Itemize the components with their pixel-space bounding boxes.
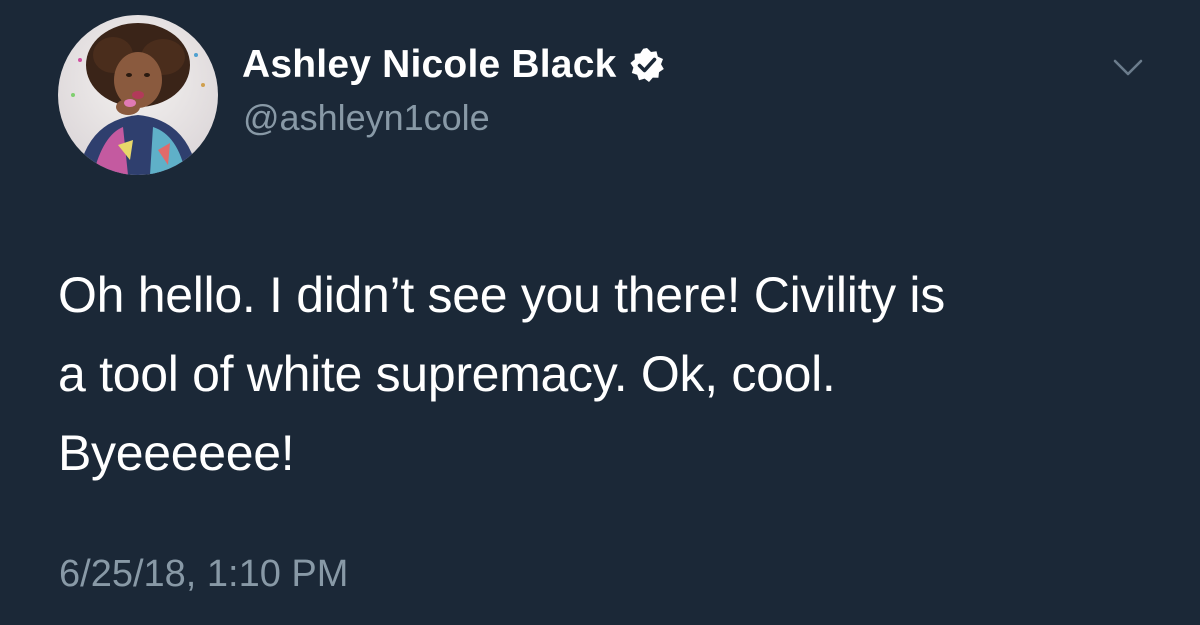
tweet-text: Oh hello. I didn’t see you there! Civili… bbox=[58, 256, 1168, 493]
tweet-text-line: Oh hello. I didn’t see you there! Civili… bbox=[58, 267, 945, 323]
chevron-down-icon[interactable] bbox=[1110, 52, 1146, 82]
tweet-timestamp[interactable]: 6/25/18, 1:10 PM bbox=[59, 553, 348, 596]
avatar-image bbox=[58, 15, 218, 175]
tweet-card: Ashley Nicole Black @ashleyn1cole Oh hel… bbox=[0, 0, 1200, 625]
tweet-text-line: a tool of white supremacy. Ok, cool. bbox=[58, 346, 836, 402]
tweet-text-line: Byeeeeee! bbox=[58, 425, 295, 481]
author-handle[interactable]: @ashleyn1cole bbox=[243, 97, 490, 139]
avatar[interactable] bbox=[58, 15, 218, 175]
author-display-name[interactable]: Ashley Nicole Black bbox=[242, 43, 616, 87]
verified-badge-icon bbox=[628, 46, 666, 84]
author-name-row: Ashley Nicole Black bbox=[242, 40, 666, 90]
